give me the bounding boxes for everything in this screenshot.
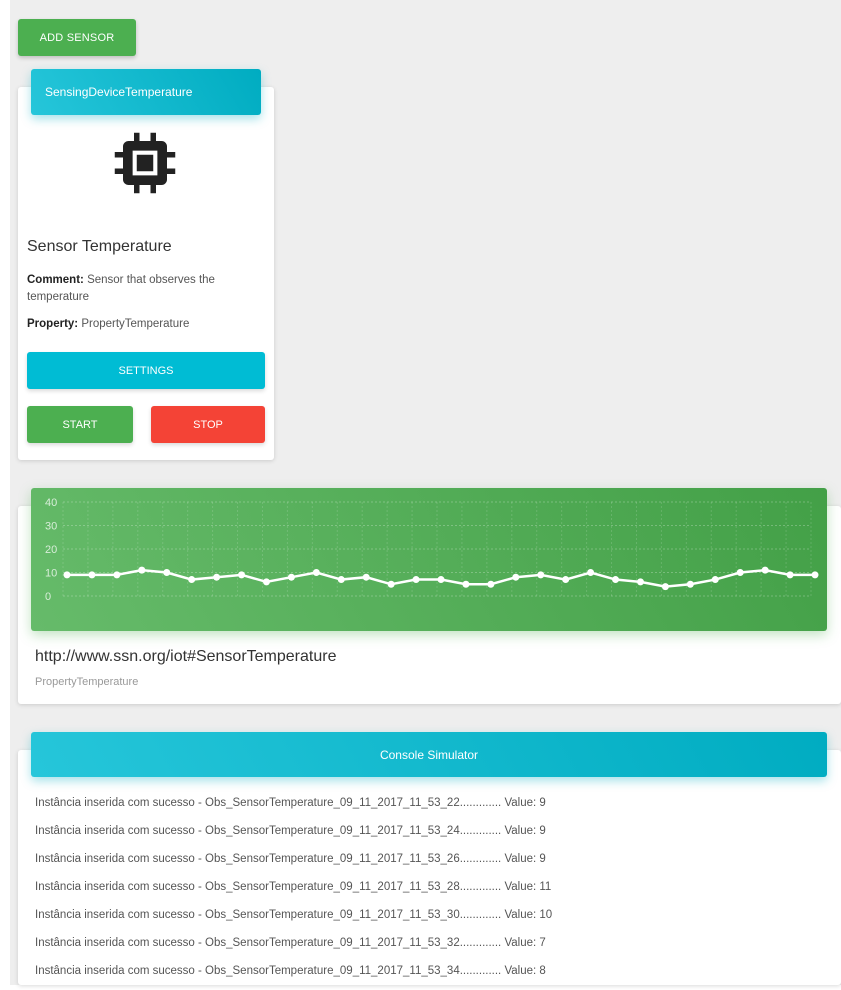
y-tick-label: 10 xyxy=(45,568,57,580)
sensor-property: Property: PropertyTemperature xyxy=(27,318,189,330)
temperature-data-point xyxy=(213,573,221,581)
console-line: Instância inserida com sucesso - Obs_Sen… xyxy=(35,909,553,921)
console-line: Instância inserida com sucesso - Obs_Sen… xyxy=(35,965,546,977)
console-line: Instância inserida com sucesso - Obs_Sen… xyxy=(35,825,546,837)
property-text: PropertyTemperature xyxy=(81,318,190,330)
temperature-data-point xyxy=(387,580,395,588)
temperature-data-point xyxy=(761,566,769,574)
temperature-data-point xyxy=(88,571,96,579)
console-title: Console Simulator xyxy=(379,747,479,762)
temperature-data-point xyxy=(63,571,71,579)
temperature-data-point xyxy=(437,576,445,584)
comment-label: Comment: xyxy=(27,274,84,286)
y-tick-label: 30 xyxy=(45,521,57,533)
y-tick-label: 20 xyxy=(45,544,57,556)
y-tick-label: 0 xyxy=(45,591,51,603)
settings-button[interactable]: SETTINGS xyxy=(27,352,265,389)
temperature-data-point xyxy=(138,566,146,574)
console-line: Instância inserida com sucesso - Obs_Sen… xyxy=(35,853,546,865)
stop-button[interactable]: STOP xyxy=(151,406,265,443)
sensor-device-title: SensingDeviceTemperature xyxy=(45,85,193,99)
temperature-data-point xyxy=(262,578,270,586)
chart-sensor-uri: http://www.ssn.org/iot#SensorTemperature xyxy=(35,648,337,665)
sensor-comment: Comment: Sensor that observes the temper… xyxy=(27,272,262,306)
temperature-data-point xyxy=(312,569,320,576)
console-log: Instância inserida com sucesso - Obs_Sen… xyxy=(35,794,552,990)
temperature-data-point xyxy=(163,569,171,576)
temperature-data-point xyxy=(487,580,495,588)
chip-icon xyxy=(114,132,176,194)
temperature-data-point xyxy=(537,571,545,579)
temperature-data-point xyxy=(786,571,794,579)
temperature-data-point xyxy=(512,573,520,581)
temperature-data-point xyxy=(287,573,295,581)
chart-panel: 40 30 20 10 0 xyxy=(31,488,827,631)
temperature-data-point xyxy=(612,576,620,584)
property-label: Property: xyxy=(27,318,79,330)
temperature-data-point xyxy=(736,569,744,576)
chart-property: PropertyTemperature xyxy=(35,676,139,688)
temperature-data-point xyxy=(462,580,470,588)
temperature-data-point xyxy=(337,576,345,584)
temperature-data-point xyxy=(188,576,196,584)
console-line: Instância inserida com sucesso - Obs_Sen… xyxy=(35,937,546,949)
temperature-data-point xyxy=(661,583,669,591)
temperature-data-point xyxy=(711,576,719,584)
sensor-name: Sensor Temperature xyxy=(27,238,172,255)
temperature-data-point xyxy=(686,580,694,588)
temperature-data-point xyxy=(238,571,246,579)
page: ADD SENSOR SensingDeviceTemperature Sens… xyxy=(10,0,841,985)
temperature-data-point xyxy=(113,571,121,579)
console-line: Instância inserida com sucesso - Obs_Sen… xyxy=(35,797,546,809)
temperature-data-point xyxy=(636,578,644,586)
console-line: Instância inserida com sucesso - Obs_Sen… xyxy=(35,881,552,893)
console-header: Console Simulator xyxy=(31,732,827,777)
y-tick-label: 40 xyxy=(45,497,57,509)
add-sensor-button[interactable]: ADD SENSOR xyxy=(18,19,136,56)
start-button[interactable]: START xyxy=(27,406,133,443)
temperature-data-point xyxy=(587,569,595,576)
temperature-data-point xyxy=(562,576,570,584)
sensor-card-header: SensingDeviceTemperature xyxy=(31,69,261,115)
temperature-data-point xyxy=(362,573,370,581)
temperature-data-point xyxy=(412,576,420,584)
temperature-data-point xyxy=(811,571,819,579)
temperature-line-chart: 40 30 20 10 0 xyxy=(45,497,819,603)
